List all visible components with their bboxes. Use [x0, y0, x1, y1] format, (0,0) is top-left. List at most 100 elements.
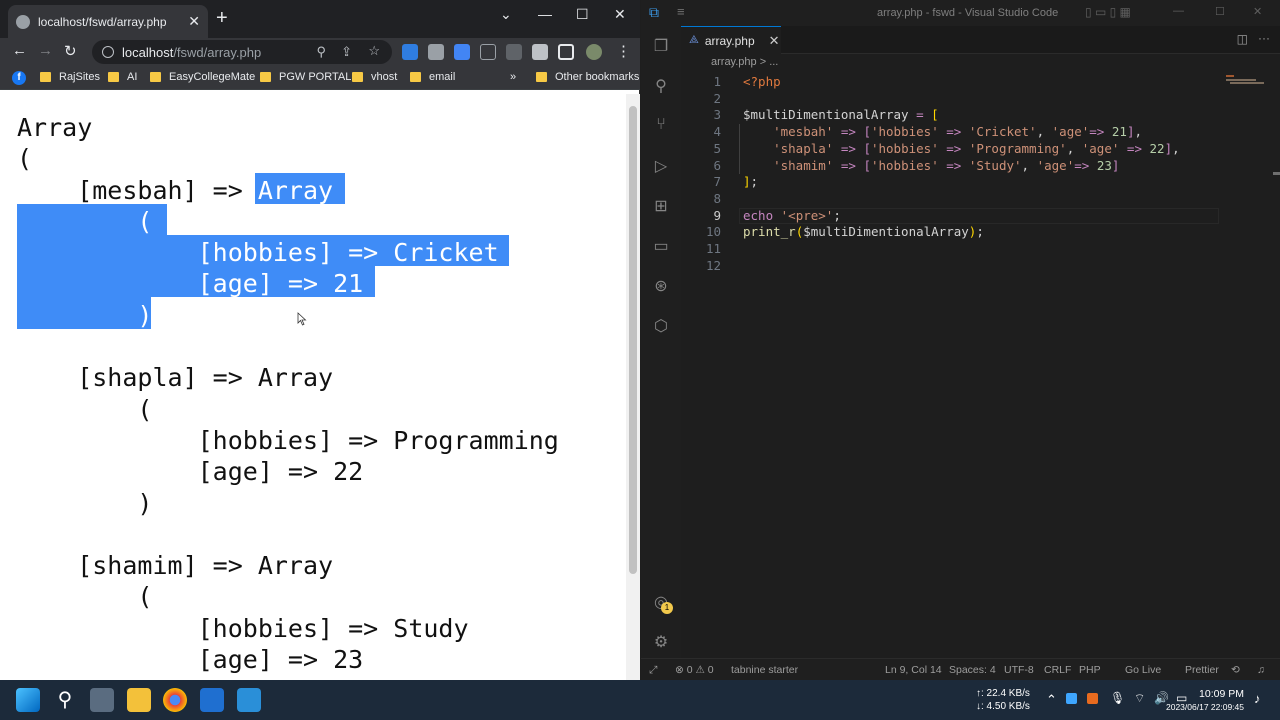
source-control-icon[interactable]: ⑂ [651, 116, 671, 136]
folder-icon [40, 72, 51, 82]
code-line[interactable]: 7]; [681, 174, 1241, 191]
camera-extension-icon[interactable] [428, 44, 444, 60]
tray-app-icon[interactable] [1087, 693, 1098, 704]
menu-icon[interactable]: ≡ [677, 4, 685, 19]
code-text: <?php [743, 74, 781, 89]
back-button[interactable]: ← [12, 42, 27, 59]
search-icon[interactable]: ⚲ [651, 76, 671, 96]
new-tab-button[interactable]: + [216, 8, 228, 28]
browser-tab[interactable]: localhost/fswd/array.php ✕ [8, 5, 208, 38]
explorer-icon[interactable]: ❐ [651, 36, 671, 56]
close-window-button[interactable]: ✕ [614, 6, 626, 23]
go-live-button[interactable]: Go Live [1125, 664, 1161, 676]
git-graph-icon[interactable]: ⊛ [651, 276, 671, 296]
remote-icon[interactable]: ⤢ [649, 664, 657, 677]
close-window-button[interactable]: ✕ [1253, 5, 1262, 18]
vscode-taskbar-icon[interactable] [237, 688, 261, 712]
tab-array-php[interactable]: ⟁ array.php ✕ [681, 26, 781, 54]
bookmarks-overflow-button[interactable]: » [510, 71, 516, 83]
search-icon[interactable]: ⚲ [53, 688, 77, 712]
bookmark-rajsites[interactable]: RajSites [40, 71, 100, 83]
code-editor[interactable]: 1 <?php 2 3 $multiDimentionalArray = [4 'mes… [681, 72, 1261, 658]
extension-icon[interactable] [402, 44, 418, 60]
code-line[interactable]: 9 echo '<pre>'; [681, 208, 1241, 225]
page-scrollbar[interactable] [626, 94, 640, 680]
device-extension-icon[interactable] [480, 44, 496, 60]
output-line: [hobbies] => Study [17, 613, 469, 643]
scrollbar-thumb[interactable] [629, 106, 637, 574]
wifi-icon[interactable]: ⌔ [1134, 691, 1145, 706]
code-line[interactable]: 8 [681, 191, 1241, 208]
tray-app-icon[interactable] [1066, 693, 1077, 704]
minimize-button[interactable]: — [538, 6, 552, 22]
system-clock[interactable]: 10:09 PM 2023/06/17 22:09:45 [1166, 688, 1244, 714]
bookmark-easycollegemate[interactable]: EasyCollegeMate [150, 71, 255, 83]
code-line[interactable]: 2 [681, 91, 1241, 108]
microphone-icon[interactable]: 🎙 [1110, 691, 1125, 705]
run-debug-icon[interactable]: ▷ [651, 156, 671, 176]
code-line[interactable]: 11 [681, 241, 1241, 258]
reload-button[interactable]: ↻ [64, 42, 77, 60]
maximize-button[interactable]: ☐ [1215, 5, 1225, 18]
notification-center-icon[interactable]: ♪ [1254, 691, 1261, 706]
forward-button[interactable]: → [38, 42, 53, 59]
minimap[interactable] [1226, 75, 1266, 87]
more-actions-icon[interactable]: ··· [1258, 31, 1270, 45]
code-line[interactable]: 6 'shamim' => ['hobbies' => 'Study', 'ag… [681, 158, 1241, 175]
eol-status[interactable]: CRLF [1044, 664, 1071, 676]
feedback-icon[interactable]: ⟲ [1231, 664, 1240, 676]
minimize-button[interactable]: — [1173, 5, 1184, 17]
output-line: ( [17, 394, 153, 424]
extensions-icon[interactable]: ⊞ [651, 196, 671, 216]
indentation-status[interactable]: Spaces: 4 [949, 664, 996, 676]
bookmark-email[interactable]: email [410, 71, 455, 83]
bookmark-ai[interactable]: AI [108, 71, 137, 83]
code-line[interactable]: 10 print_r($multiDimentionalArray); [681, 224, 1241, 241]
code-line[interactable]: 5 'shapla' => ['hobbies' => 'Programming… [681, 141, 1241, 158]
facebook-bookmark[interactable]: f [12, 71, 26, 85]
settings-gear-icon[interactable]: ⚙ [651, 632, 671, 652]
code-line[interactable]: 1 <?php [681, 74, 1241, 91]
cursor-position[interactable]: Ln 9, Col 14 [885, 664, 942, 676]
encoding-status[interactable]: UTF-8 [1004, 664, 1034, 676]
file-explorer-icon[interactable] [127, 688, 151, 712]
chevron-up-icon[interactable]: ⌃ [1046, 692, 1057, 708]
problems-status[interactable]: ⊗ 0 ⚠ 0 [675, 664, 714, 676]
code-line[interactable]: 3 $multiDimentionalArray = [ [681, 107, 1241, 124]
docker-icon[interactable]: ⬡ [651, 316, 671, 336]
address-bar[interactable]: localhost/fswd/array.php ⚲ ⇪ ☆ [92, 40, 392, 64]
chrome-icon[interactable] [163, 688, 187, 712]
bookmark-star-icon[interactable]: ☆ [368, 43, 380, 59]
photos-icon[interactable] [200, 688, 224, 712]
translate-extension-icon[interactable] [454, 44, 470, 60]
split-editor-icon[interactable]: ◫ [1237, 32, 1248, 46]
site-info-icon[interactable] [102, 46, 114, 58]
bookmark-pgw-portal[interactable]: PGW PORTAL [260, 71, 351, 83]
maximize-button[interactable]: ☐ [576, 6, 589, 23]
prettier-status[interactable]: Prettier [1185, 664, 1219, 676]
overview-ruler [1273, 172, 1280, 175]
tabnine-status[interactable]: tabnine starter [731, 664, 798, 676]
grid-extension-icon[interactable] [506, 44, 522, 60]
sidebar-icon[interactable] [558, 44, 574, 60]
code-line[interactable]: 4 'mesbah' => ['hobbies' => 'Cricket', '… [681, 124, 1241, 141]
tab-search-icon[interactable]: ⌄ [500, 6, 512, 23]
task-view-icon[interactable] [90, 688, 114, 712]
layout-icons[interactable]: ▯ ▭ ▯ ▦ [1085, 5, 1131, 19]
tab-close-icon[interactable]: ✕ [769, 33, 780, 49]
other-bookmarks[interactable]: Other bookmarks [536, 71, 639, 83]
start-icon[interactable] [16, 688, 40, 712]
menu-icon[interactable]: ⋮ [616, 42, 631, 60]
remote-explorer-icon[interactable]: ▭ [651, 236, 671, 256]
notifications-icon[interactable]: ♫ [1257, 664, 1265, 676]
network-speed: ↑: 22.4 KB/s ↓: 4.50 KB/s [976, 688, 1030, 712]
puzzle-icon[interactable] [532, 44, 548, 60]
tab-close-icon[interactable]: ✕ [188, 13, 200, 30]
breadcrumb[interactable]: array.php > ... [711, 56, 778, 68]
share-icon[interactable]: ⇪ [341, 44, 352, 60]
language-mode[interactable]: PHP [1079, 664, 1101, 676]
profile-avatar[interactable] [586, 44, 602, 60]
zoom-icon[interactable]: ⚲ [316, 44, 326, 60]
bookmark-vhost[interactable]: vhost [352, 71, 397, 83]
code-line[interactable]: 12 [681, 258, 1241, 275]
